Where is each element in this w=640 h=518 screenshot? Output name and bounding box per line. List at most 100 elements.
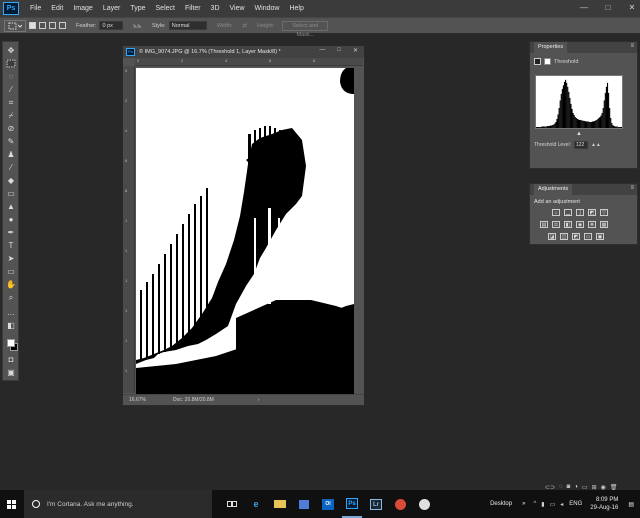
outlook-icon[interactable]: Ol (318, 490, 338, 518)
rectangle-tool-icon[interactable]: ▭ (6, 267, 16, 276)
menu-layer[interactable]: Layer (98, 5, 126, 12)
menu-help[interactable]: Help (284, 5, 308, 12)
select-and-mask-button[interactable]: Select and Mask... (282, 20, 329, 38)
up-arrow-icon[interactable]: ^ (533, 501, 536, 508)
photo-filter-icon[interactable]: ◉ (576, 221, 584, 228)
battery-icon[interactable]: ▭ (550, 501, 556, 508)
move-tool-icon[interactable]: ✥ (6, 46, 16, 55)
volume-icon[interactable]: ◂ (560, 501, 563, 508)
start-button[interactable] (0, 490, 22, 518)
exposure-icon[interactable]: ◩ (588, 209, 596, 216)
hue-saturation-icon[interactable]: ▤ (540, 221, 548, 228)
properties-tab[interactable]: Properties (534, 42, 568, 53)
menu-file[interactable]: File (25, 5, 46, 12)
status-arrow-icon[interactable]: › (258, 397, 260, 403)
language-indicator[interactable]: ENG (569, 501, 582, 507)
zoom-tool-icon[interactable]: ⌕ (6, 293, 16, 302)
photoshop-taskbar-icon[interactable]: Ps (342, 490, 362, 518)
history-brush-icon[interactable]: ⁄ (6, 163, 16, 172)
gradient-map-icon[interactable]: ▭ (584, 233, 592, 240)
gradient-tool-icon[interactable]: ▭ (6, 189, 16, 198)
threshold-level-input[interactable]: 122 (573, 141, 588, 149)
magic-wand-icon[interactable]: ⁄ (6, 85, 16, 94)
menu-filter[interactable]: Filter (180, 5, 206, 12)
layer-mask-icon[interactable] (544, 58, 551, 65)
subtract-selection-icon[interactable] (49, 22, 56, 29)
clock[interactable]: 8:09 PM 29-Aug-16 (590, 496, 618, 512)
dodge-tool-icon[interactable]: ● (6, 215, 16, 224)
posterize-icon[interactable]: ◫ (560, 233, 568, 240)
eyedropper-icon[interactable]: ⌿ (6, 111, 16, 120)
cortana-search-box[interactable]: I'm Cortana. Ask me anything. (24, 490, 212, 518)
pen-tool-icon[interactable]: ✒ (6, 228, 16, 237)
network-icon[interactable]: ▮ (541, 501, 544, 508)
auto-threshold-icon[interactable]: ▲▲ (591, 142, 601, 148)
type-tool-icon[interactable]: T (6, 241, 16, 250)
curves-icon[interactable]: ∫ (576, 209, 584, 216)
channel-mixer-icon[interactable]: ❋ (588, 221, 596, 228)
menu-image[interactable]: Image (68, 5, 97, 12)
canvas-area[interactable] (136, 66, 363, 396)
doc-maximize-button[interactable]: □ (337, 47, 341, 54)
quick-mask-icon[interactable]: ◘ (6, 355, 16, 364)
foreground-color-swatch[interactable] (7, 339, 15, 347)
panel-menu-icon[interactable]: ≡ (630, 185, 634, 191)
menu-3d[interactable]: 3D (206, 5, 225, 12)
default-colors-icon[interactable]: ◧ (6, 321, 16, 330)
black-white-icon[interactable]: ◧ (564, 221, 572, 228)
doc-close-button[interactable]: ✕ (353, 47, 358, 54)
eraser-icon[interactable]: ◆ (6, 176, 16, 185)
intersect-selection-icon[interactable] (59, 22, 66, 29)
close-button[interactable]: ✕ (626, 2, 638, 13)
document-info[interactable]: Doc: 20.8M/20.8M (173, 397, 214, 403)
feather-input[interactable]: 0 px (99, 21, 124, 30)
style-select[interactable]: Normal (168, 21, 207, 30)
crop-tool-icon[interactable]: ⌗ (6, 98, 16, 107)
vibrance-icon[interactable]: ▽ (600, 209, 608, 216)
toolbar-chevron-icon[interactable]: » (522, 501, 525, 507)
menu-window[interactable]: Window (250, 5, 285, 12)
menu-type[interactable]: Type (125, 5, 150, 12)
color-lookup-icon[interactable]: ▦ (600, 221, 608, 228)
minimize-button[interactable]: — (578, 2, 590, 13)
blur-tool-icon[interactable]: ▲ (6, 202, 16, 211)
task-view-icon[interactable] (222, 490, 242, 518)
threshold-image-canvas[interactable] (136, 68, 354, 396)
path-selection-icon[interactable]: ➤ (6, 254, 16, 263)
menu-select[interactable]: Select (151, 5, 180, 12)
selective-color-icon[interactable]: ▣ (596, 233, 604, 240)
screen-mode-icon[interactable]: ▣ (6, 368, 16, 377)
add-selection-icon[interactable] (39, 22, 46, 29)
levels-icon[interactable]: ▁ (564, 209, 572, 216)
menu-edit[interactable]: Edit (46, 5, 68, 12)
threshold-icon[interactable]: ◩ (572, 233, 580, 240)
invert-icon[interactable]: ◪ (548, 233, 556, 240)
threshold-slider-icon[interactable]: ▲ (576, 131, 582, 137)
doc-minimize-button[interactable]: — (319, 47, 325, 54)
media-player-icon[interactable] (414, 490, 434, 518)
color-balance-icon[interactable]: ⚖ (552, 221, 560, 228)
brightness-icon[interactable]: ☼ (552, 209, 560, 216)
adjustments-tab[interactable]: Adjustments (534, 184, 573, 195)
edge-browser-icon[interactable]: e (246, 490, 266, 518)
chrome-icon[interactable] (390, 490, 410, 518)
healing-brush-icon[interactable]: ⊘ (6, 124, 16, 133)
file-explorer-icon[interactable] (270, 490, 290, 518)
zoom-level[interactable]: 16.67% (129, 397, 153, 403)
lasso-tool-icon[interactable]: ◌ (6, 72, 16, 81)
notifications-icon[interactable]: ▤ (628, 501, 634, 508)
store-icon[interactable] (294, 490, 314, 518)
threshold-adjust-icon[interactable] (534, 58, 541, 65)
hand-tool-icon[interactable]: ✋ (6, 280, 16, 289)
desktop-toolbar-label[interactable]: Desktop (490, 501, 512, 507)
more-tools-icon[interactable]: … (6, 308, 16, 317)
marquee-tool-icon[interactable] (6, 59, 16, 68)
lightroom-taskbar-icon[interactable]: Lr (366, 490, 386, 518)
marquee-preset-icon[interactable] (4, 19, 26, 32)
clone-stamp-icon[interactable]: ♟ (6, 150, 16, 159)
panel-menu-icon[interactable]: ≡ (630, 43, 634, 49)
new-selection-icon[interactable] (29, 22, 36, 29)
maximize-button[interactable]: □ (602, 2, 614, 13)
menu-view[interactable]: View (225, 5, 250, 12)
brush-tool-icon[interactable]: ✎ (6, 137, 16, 146)
